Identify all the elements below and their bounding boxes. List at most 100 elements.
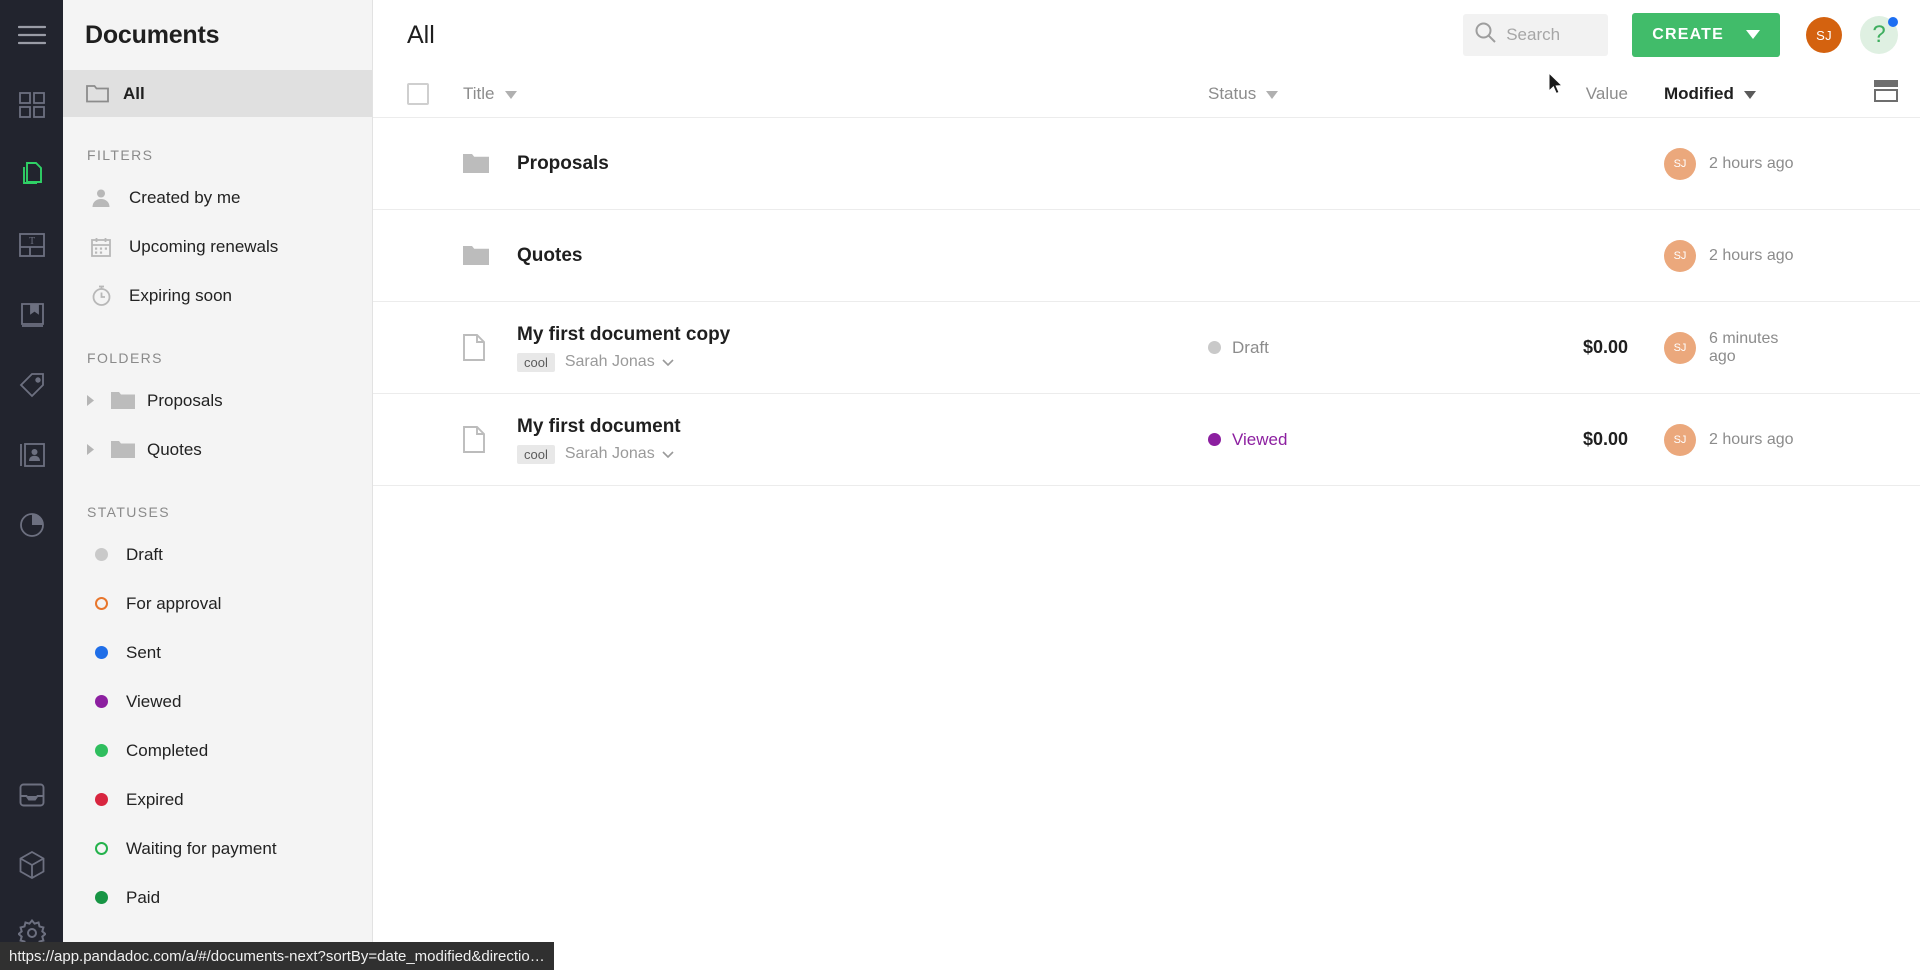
column-header-status[interactable]: Status <box>1208 84 1508 104</box>
sidebar-item-expiring-soon[interactable]: Expiring soon <box>63 271 372 320</box>
folder-icon <box>111 389 135 413</box>
column-header-status-label: Status <box>1208 83 1257 103</box>
table-row[interactable]: My first document cool Sarah Jonas Viewe… <box>373 394 1920 486</box>
folder-icon <box>463 245 507 266</box>
sidebar-status-sent[interactable]: Sent <box>63 628 372 677</box>
sidebar-folder-quotes[interactable]: Quotes <box>63 425 372 474</box>
column-header-modified[interactable]: Modified <box>1628 84 1808 104</box>
help-button[interactable]: ? <box>1860 16 1898 54</box>
row-tag[interactable]: cool <box>517 444 555 464</box>
row-avatar-initials: SJ <box>1673 433 1687 446</box>
sidebar-item-created-by-me[interactable]: Created by me <box>63 173 372 222</box>
browser-status-bar: https://app.pandadoc.com/a/#/documents-n… <box>0 942 554 970</box>
folder-icon <box>463 153 507 174</box>
row-avatar: SJ <box>1664 331 1696 364</box>
documents-icon[interactable] <box>0 140 63 210</box>
status-dot-icon <box>95 793 108 806</box>
status-dot-icon <box>95 891 108 904</box>
sidebar-status-expired[interactable]: Expired <box>63 775 372 824</box>
sidebar-filter-label: Upcoming renewals <box>129 236 279 256</box>
sidebar-status-label: Waiting for payment <box>126 838 277 858</box>
row-modified-text: 6 minutes ago <box>1709 329 1779 365</box>
main-content: All Search CREATE SJ ? Title Status Valu… <box>373 0 1920 970</box>
sidebar-status-label: Sent <box>126 642 161 662</box>
sidebar-status-waiting-for-payment[interactable]: Waiting for payment <box>63 824 372 873</box>
table-row[interactable]: Proposals SJ 2 hours ago <box>373 118 1920 210</box>
search-placeholder: Search <box>1506 25 1561 44</box>
sidebar-status-paid[interactable]: Paid <box>63 873 372 922</box>
folder-icon <box>111 438 135 462</box>
status-dot-icon <box>1208 433 1221 446</box>
row-value-cell: $0.00 <box>1582 337 1628 357</box>
row-name: My first document <box>517 415 681 437</box>
sidebar-status-label: Paid <box>126 887 161 907</box>
sidebar-status-label: Draft <box>126 544 163 564</box>
row-main: Proposals <box>517 153 609 175</box>
sidebar-status-viewed[interactable]: Viewed <box>63 677 372 726</box>
row-name: My first document copy <box>517 323 731 345</box>
row-status-cell: Viewed <box>1208 430 1508 450</box>
templates-icon[interactable]: T <box>0 210 63 280</box>
integrations-icon[interactable] <box>0 830 63 900</box>
row-avatar-initials: SJ <box>1673 341 1687 354</box>
chevron-right-icon[interactable] <box>83 444 99 455</box>
sidebar-status-completed[interactable]: Completed <box>63 726 372 775</box>
contacts-icon[interactable] <box>0 420 63 490</box>
chevron-right-icon[interactable] <box>83 395 99 406</box>
sidebar-all-label: All <box>123 83 145 103</box>
row-main: My first document copy cool Sarah Jonas <box>517 324 730 372</box>
row-status-cell: Draft <box>1208 338 1508 358</box>
menu-icon[interactable] <box>0 0 63 70</box>
inbox-icon[interactable] <box>0 760 63 830</box>
sort-arrow-icon <box>504 84 517 104</box>
page-title: All <box>407 20 435 49</box>
reports-icon[interactable] <box>0 490 63 560</box>
create-button[interactable]: CREATE <box>1632 13 1780 57</box>
column-header-title-label: Title <box>463 83 495 103</box>
status-dot-icon <box>95 548 108 561</box>
column-header-title[interactable]: Title <box>463 84 1208 104</box>
row-avatar-initials: SJ <box>1673 249 1687 262</box>
row-name: Proposals <box>517 152 609 174</box>
sidebar-folder-label: Proposals <box>147 390 223 410</box>
app-root: T Documents All FILTERS Created by me Up… <box>0 0 1920 970</box>
row-modified-text: 2 hours ago <box>1709 246 1794 264</box>
row-status-label: Draft <box>1232 337 1269 357</box>
user-avatar[interactable]: SJ <box>1806 17 1842 53</box>
sort-arrow-icon <box>1266 84 1279 104</box>
row-avatar: SJ <box>1664 147 1696 180</box>
row-value-cell: $0.00 <box>1582 429 1628 449</box>
row-owner[interactable]: Sarah Jonas <box>565 353 674 371</box>
sidebar-status-for-approval[interactable]: For approval <box>63 579 372 628</box>
create-button-label: CREATE <box>1652 26 1724 43</box>
content-library-icon[interactable] <box>0 280 63 350</box>
sidebar-folder-proposals[interactable]: Proposals <box>63 376 372 425</box>
search-input[interactable]: Search <box>1463 14 1609 56</box>
row-tag[interactable]: cool <box>517 352 555 372</box>
table-row[interactable]: Quotes SJ 2 hours ago <box>373 210 1920 302</box>
sidebar-item-upcoming-renewals[interactable]: Upcoming renewals <box>63 222 372 271</box>
sidebar-status-label: Viewed <box>126 691 182 711</box>
select-all-checkbox[interactable] <box>407 82 429 105</box>
table-row[interactable]: My first document copy cool Sarah Jonas <box>373 302 1920 394</box>
row-meta: cool Sarah Jonas <box>517 444 681 464</box>
avatar-initials: SJ <box>1816 27 1832 43</box>
dashboard-icon[interactable] <box>0 70 63 140</box>
row-meta: cool Sarah Jonas <box>517 352 730 372</box>
sidebar-filter-label: Expiring soon <box>129 285 233 305</box>
row-modified-cell: SJ 2 hours ago <box>1628 423 1808 456</box>
catalog-tag-icon[interactable] <box>0 350 63 420</box>
status-dot-icon <box>95 842 108 855</box>
sidebar-status-draft[interactable]: Draft <box>63 530 372 579</box>
sidebar-item-all[interactable]: All <box>63 70 372 117</box>
row-owner-name: Sarah Jonas <box>564 445 655 462</box>
row-modified-cell: SJ 6 minutes ago <box>1628 330 1808 366</box>
select-all-cell <box>407 82 463 105</box>
sidebar-status-label: Completed <box>126 740 209 760</box>
column-header-value[interactable]: Value <box>1508 84 1628 104</box>
row-title-cell: My first document copy cool Sarah Jonas <box>463 324 1208 372</box>
row-owner[interactable]: Sarah Jonas <box>565 445 674 463</box>
layout-toggle-icon[interactable] <box>1874 80 1898 107</box>
chevron-down-icon <box>662 353 674 371</box>
row-modified-text: 2 hours ago <box>1709 154 1794 172</box>
